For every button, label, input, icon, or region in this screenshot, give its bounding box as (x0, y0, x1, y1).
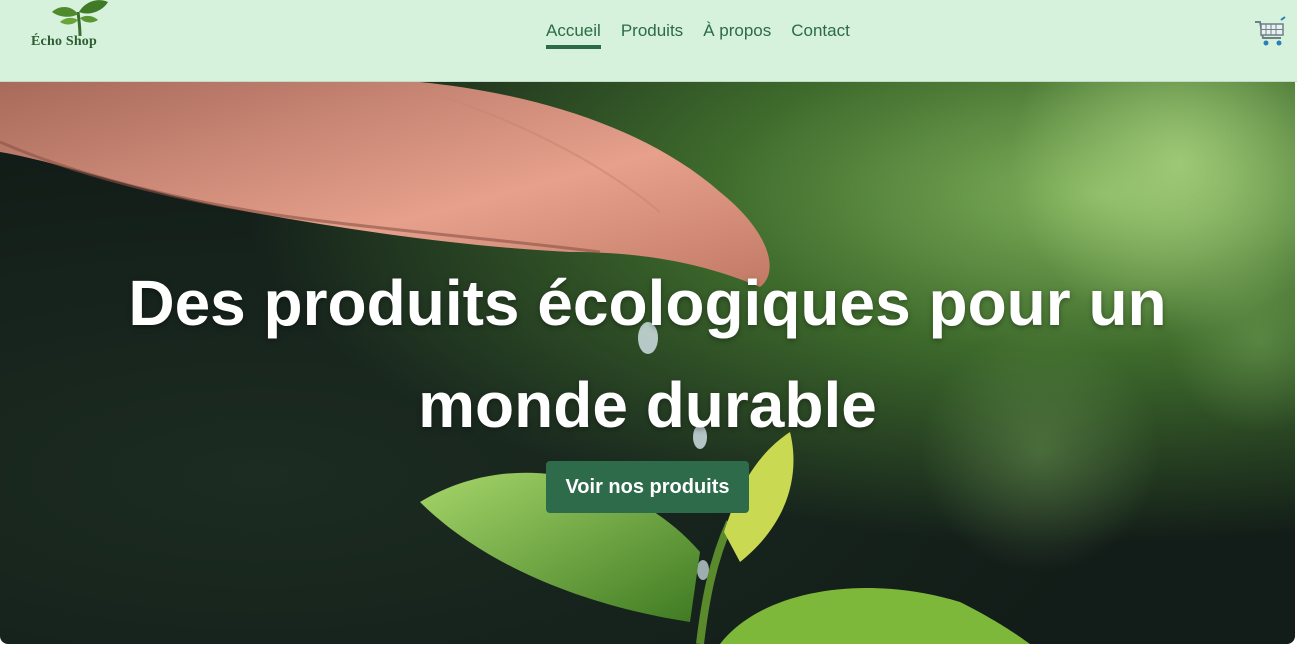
main-nav: Accueil Produits À propos Contact (546, 21, 850, 49)
brand-logo[interactable]: Écho Shop (28, 0, 138, 56)
brand-name: Écho Shop (31, 34, 97, 49)
nav-link-a-propos[interactable]: À propos (703, 21, 771, 49)
hero-banner: Des produits écologiques pour un monde d… (0, 82, 1295, 644)
sprout-icon (52, 0, 108, 37)
view-products-button[interactable]: Voir nos produits (546, 461, 749, 513)
cart-button[interactable] (1253, 16, 1287, 48)
hero-title: Des produits écologiques pour un monde d… (128, 267, 1167, 441)
nav-link-contact[interactable]: Contact (791, 21, 850, 49)
top-navbar: Écho Shop Accueil Produits À propos Cont… (0, 0, 1297, 82)
shopping-cart-icon (1255, 16, 1286, 46)
nav-link-accueil[interactable]: Accueil (546, 21, 601, 49)
nav-link-produits[interactable]: Produits (621, 21, 683, 49)
